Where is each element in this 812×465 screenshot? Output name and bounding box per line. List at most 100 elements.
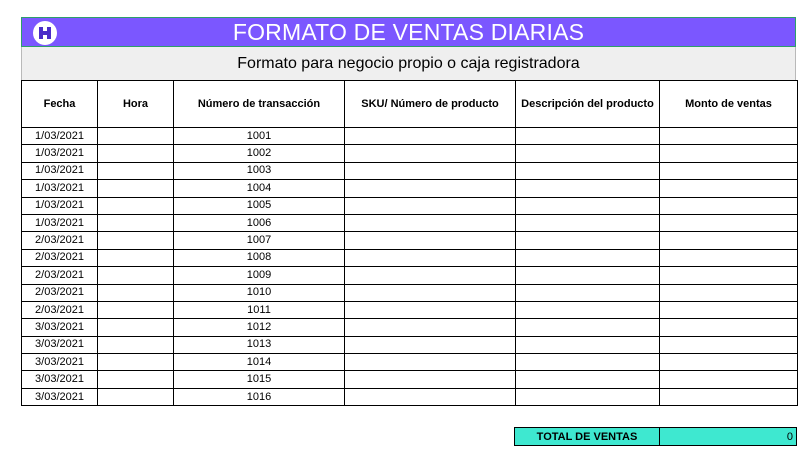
cell-descripcion[interactable] <box>515 300 660 320</box>
cell-descripcion[interactable] <box>515 370 660 389</box>
cell-hora[interactable] <box>97 335 174 355</box>
cell-transaccion[interactable]: 1009 <box>173 266 345 285</box>
cell-monto[interactable] <box>659 144 798 163</box>
cell-hora[interactable] <box>97 126 174 146</box>
cell-transaccion[interactable]: 1014 <box>173 353 345 372</box>
cell-descripcion[interactable] <box>515 335 660 355</box>
cell-transaccion[interactable]: 1001 <box>173 126 345 146</box>
cell-hora[interactable] <box>97 266 174 285</box>
cell-descripcion[interactable] <box>515 144 660 163</box>
cell-fecha[interactable]: 1/03/2021 <box>21 144 98 163</box>
cell-descripcion[interactable] <box>515 126 660 146</box>
cell-monto[interactable] <box>659 248 798 268</box>
cell-sku[interactable] <box>344 318 516 337</box>
cell-monto[interactable] <box>659 300 798 320</box>
cell-transaccion[interactable]: 1013 <box>173 335 345 355</box>
cell-hora[interactable] <box>97 283 174 302</box>
cell-fecha[interactable]: 2/03/2021 <box>21 248 98 268</box>
cell-hora[interactable] <box>97 353 174 372</box>
table-row: 1/03/2021 1004 <box>21 179 798 198</box>
cell-descripcion[interactable] <box>515 266 660 285</box>
cell-fecha[interactable]: 3/03/2021 <box>21 335 98 355</box>
cell-fecha[interactable]: 2/03/2021 <box>21 231 98 250</box>
cell-sku[interactable] <box>344 283 516 302</box>
cell-monto[interactable] <box>659 213 798 233</box>
cell-descripcion[interactable] <box>515 161 660 181</box>
cell-monto[interactable] <box>659 126 798 146</box>
total-value[interactable]: 0 <box>660 427 797 446</box>
cell-monto[interactable] <box>659 353 798 372</box>
cell-sku[interactable] <box>344 370 516 389</box>
cell-fecha[interactable]: 2/03/2021 <box>21 266 98 285</box>
cell-hora[interactable] <box>97 161 174 181</box>
table-row: 3/03/2021 1016 <box>21 387 798 407</box>
cell-monto[interactable] <box>659 318 798 337</box>
cell-transaccion[interactable]: 1002 <box>173 144 345 163</box>
cell-fecha[interactable]: 3/03/2021 <box>21 370 98 389</box>
cell-sku[interactable] <box>344 231 516 250</box>
cell-sku[interactable] <box>344 387 516 407</box>
cell-monto[interactable] <box>659 196 798 215</box>
cell-descripcion[interactable] <box>515 196 660 215</box>
cell-transaccion[interactable]: 1016 <box>173 387 345 407</box>
cell-sku[interactable] <box>344 179 516 198</box>
cell-transaccion[interactable]: 1012 <box>173 318 345 337</box>
cell-sku[interactable] <box>344 161 516 181</box>
cell-transaccion[interactable]: 1010 <box>173 283 345 302</box>
cell-transaccion[interactable]: 1005 <box>173 196 345 215</box>
cell-transaccion[interactable]: 1008 <box>173 248 345 268</box>
cell-monto[interactable] <box>659 231 798 250</box>
cell-hora[interactable] <box>97 213 174 233</box>
cell-transaccion[interactable]: 1003 <box>173 161 345 181</box>
cell-hora[interactable] <box>97 196 174 215</box>
cell-monto[interactable] <box>659 387 798 407</box>
cell-monto[interactable] <box>659 266 798 285</box>
cell-sku[interactable] <box>344 266 516 285</box>
cell-sku[interactable] <box>344 126 516 146</box>
cell-descripcion[interactable] <box>515 387 660 407</box>
cell-monto[interactable] <box>659 283 798 302</box>
cell-sku[interactable] <box>344 196 516 215</box>
cell-fecha[interactable]: 1/03/2021 <box>21 161 98 181</box>
cell-monto[interactable] <box>659 370 798 389</box>
cell-transaccion[interactable]: 1006 <box>173 213 345 233</box>
cell-hora[interactable] <box>97 248 174 268</box>
cell-descripcion[interactable] <box>515 318 660 337</box>
cell-hora[interactable] <box>97 370 174 389</box>
cell-transaccion[interactable]: 1011 <box>173 300 345 320</box>
cell-fecha[interactable]: 1/03/2021 <box>21 196 98 215</box>
cell-hora[interactable] <box>97 231 174 250</box>
cell-monto[interactable] <box>659 161 798 181</box>
table-row: 2/03/2021 1010 <box>21 283 798 302</box>
cell-hora[interactable] <box>97 300 174 320</box>
cell-monto[interactable] <box>659 179 798 198</box>
cell-fecha[interactable]: 3/03/2021 <box>21 387 98 407</box>
cell-descripcion[interactable] <box>515 283 660 302</box>
cell-fecha[interactable]: 1/03/2021 <box>21 213 98 233</box>
cell-sku[interactable] <box>344 213 516 233</box>
cell-transaccion[interactable]: 1007 <box>173 231 345 250</box>
cell-transaccion[interactable]: 1004 <box>173 179 345 198</box>
cell-sku[interactable] <box>344 248 516 268</box>
cell-sku[interactable] <box>344 353 516 372</box>
cell-hora[interactable] <box>97 387 174 407</box>
cell-transaccion[interactable]: 1015 <box>173 370 345 389</box>
cell-fecha[interactable]: 3/03/2021 <box>21 318 98 337</box>
cell-descripcion[interactable] <box>515 179 660 198</box>
cell-sku[interactable] <box>344 144 516 163</box>
cell-fecha[interactable]: 1/03/2021 <box>21 179 98 198</box>
cell-sku[interactable] <box>344 335 516 355</box>
cell-fecha[interactable]: 2/03/2021 <box>21 283 98 302</box>
cell-monto[interactable] <box>659 335 798 355</box>
cell-hora[interactable] <box>97 144 174 163</box>
cell-hora[interactable] <box>97 179 174 198</box>
cell-descripcion[interactable] <box>515 231 660 250</box>
cell-sku[interactable] <box>344 300 516 320</box>
cell-fecha[interactable]: 2/03/2021 <box>21 300 98 320</box>
cell-hora[interactable] <box>97 318 174 337</box>
cell-fecha[interactable]: 3/03/2021 <box>21 353 98 372</box>
cell-fecha[interactable]: 1/03/2021 <box>21 126 98 146</box>
cell-descripcion[interactable] <box>515 213 660 233</box>
cell-descripcion[interactable] <box>515 248 660 268</box>
cell-descripcion[interactable] <box>515 353 660 372</box>
